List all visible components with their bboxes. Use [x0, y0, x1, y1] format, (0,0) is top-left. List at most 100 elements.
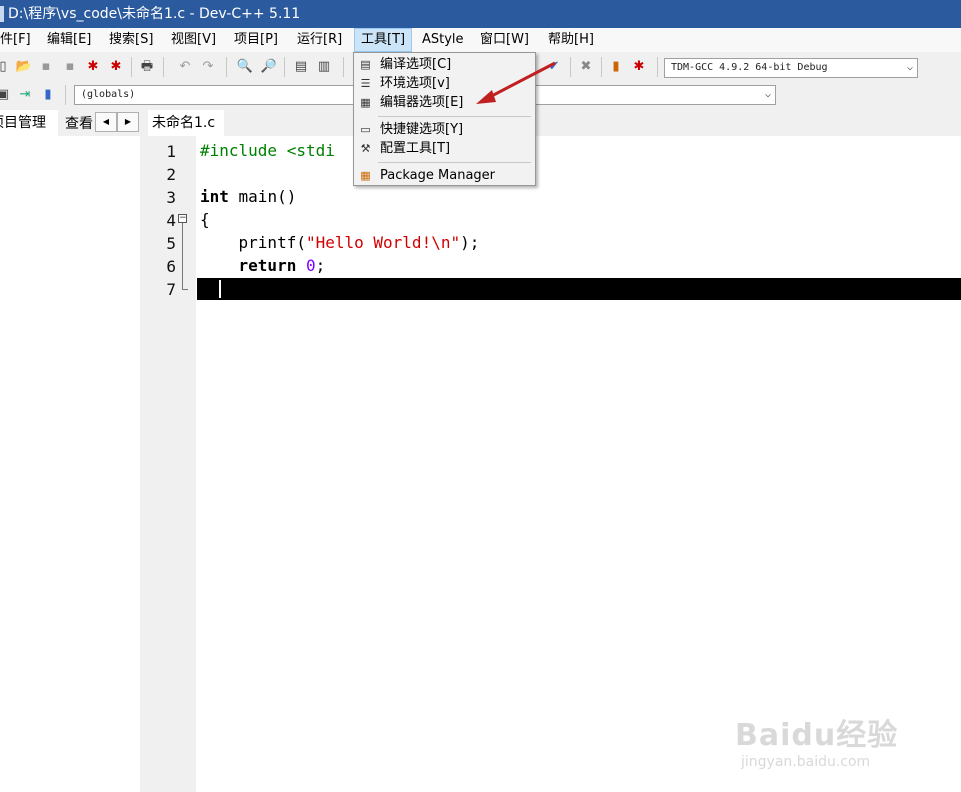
fold-line [182, 223, 183, 289]
configure-tools-icon: ⚒ [360, 142, 371, 155]
compiler-select-value: TDM-GCC 4.9.2 64-bit Debug [671, 62, 828, 73]
tab-project[interactable]: 项目管理 [0, 110, 58, 136]
environment-options-icon: ☰ [360, 77, 371, 90]
compiler-options-icon: ▤ [360, 58, 371, 71]
code-line-6: return 0; [200, 256, 326, 276]
undo-icon[interactable]: ↶ [176, 58, 194, 76]
text-caret [219, 280, 221, 298]
menu-item-label: 配置工具[T] [380, 141, 451, 156]
menu-separator [378, 116, 531, 117]
toolbar-separator [570, 57, 571, 77]
new-file-icon[interactable]: ▯ [0, 58, 12, 76]
fold-toggle-icon[interactable]: − [178, 214, 187, 223]
scope-select-value: (globals) [81, 89, 136, 100]
keyword: int [200, 187, 229, 206]
redo-icon[interactable]: ↷ [199, 58, 217, 76]
menu-astyle[interactable]: AStyle [416, 28, 470, 52]
editor-tabs: 未命名1.c [148, 110, 961, 136]
code-line-1: #include <stdi [200, 141, 335, 161]
fold-end [182, 289, 188, 290]
panel-tabs: 项目管理 查看 ◀ ▶ [0, 110, 140, 136]
bookmark-icon[interactable]: ▮ [39, 86, 57, 104]
save-icon[interactable]: ▪ [37, 58, 55, 76]
toolbar-separator [163, 57, 164, 77]
chevron-down-icon: ⌵ [764, 89, 771, 100]
code-line-3: int main() [200, 187, 296, 207]
tab-class-view[interactable]: 查看 [60, 112, 94, 136]
app-icon [0, 6, 4, 22]
toolbar-separator [601, 57, 602, 77]
toolbar-separator [657, 57, 658, 77]
menu-item-configure-tools[interactable]: ⚒ 配置工具[T] [356, 140, 533, 158]
replace-icon[interactable]: 🔎 [260, 58, 278, 76]
menu-window[interactable]: 窗口[W] [474, 28, 535, 52]
chevron-down-icon: ⌵ [906, 62, 913, 73]
menu-item-shortcut-options[interactable]: ▭ 快捷键选项[Y] [356, 121, 533, 139]
menu-item-label: Package Manager [380, 168, 496, 183]
indent-icon[interactable]: ▤ [292, 58, 310, 76]
window-title: D:\程序\vs_code\未命名1.c - Dev-C++ 5.11 [8, 6, 301, 22]
menu-item-label: 环境选项[v] [380, 76, 450, 91]
code-line-5: printf("Hello World!\n"); [200, 233, 480, 253]
menu-item-label: 编辑器选项[E] [380, 95, 464, 110]
line-number: 7 [166, 280, 176, 299]
project-panel: 项目管理 查看 ◀ ▶ [0, 110, 140, 792]
menu-tools[interactable]: 工具[T] [354, 28, 412, 52]
line-number: 5 [166, 234, 176, 253]
code-text: main() [228, 187, 297, 206]
tab-scroll-right-icon[interactable]: ▶ [117, 112, 139, 132]
code-text: printf( [200, 233, 306, 252]
panel-splitter[interactable] [140, 110, 148, 792]
open-file-icon[interactable]: 📂 [15, 58, 33, 76]
toolbar-separator [226, 57, 227, 77]
menu-item-label: 快捷键选项[Y] [380, 122, 464, 137]
menu-bar: 件[F] 编辑[E] 搜索[S] 视图[V] 项目[P] 运行[R] 工具[T]… [0, 28, 961, 52]
unindent-icon[interactable]: ▥ [315, 58, 333, 76]
goto-icon[interactable]: ⇥ [16, 86, 34, 104]
code-text: ; [315, 256, 326, 275]
find-icon[interactable]: 🔍 [236, 58, 254, 76]
class-browser-icon[interactable]: ▣ [0, 86, 12, 104]
menu-run[interactable]: 运行[R] [291, 28, 348, 52]
editor-area[interactable] [148, 110, 961, 792]
menu-file[interactable]: 件[F] [0, 28, 37, 52]
save-all-icon[interactable]: ▪ [61, 58, 79, 76]
menu-project[interactable]: 项目[P] [228, 28, 284, 52]
watermark-brand: Baidu经验 [735, 718, 899, 753]
toolbar-separator [131, 57, 132, 77]
editor-options-icon: ▦ [360, 96, 371, 109]
menu-help[interactable]: 帮助[H] [542, 28, 600, 52]
debug-icon[interactable]: ✱ [630, 58, 648, 76]
menu-edit[interactable]: 编辑[E] [41, 28, 97, 52]
watermark: Baidu经验 jingyan.baidu.com [735, 710, 915, 770]
compiler-select[interactable]: TDM-GCC 4.9.2 64-bit Debug ⌵ [664, 58, 918, 78]
editor-tab-file[interactable]: 未命名1.c [148, 110, 224, 136]
arrow-head [476, 90, 496, 104]
toolbar-separator [343, 57, 344, 77]
menu-view[interactable]: 视图[V] [165, 28, 222, 52]
menu-separator [378, 162, 531, 163]
tab-scroll-left-icon[interactable]: ◀ [95, 112, 117, 132]
delete-icon[interactable]: ✖ [577, 58, 595, 76]
line-number: 3 [166, 188, 176, 207]
toolbar-separator [284, 57, 285, 77]
shortcut-options-icon: ▭ [360, 123, 371, 136]
number-literal: 0 [305, 256, 316, 275]
print-icon[interactable]: 🖶 [138, 58, 156, 76]
code-text: { [200, 210, 210, 229]
tab-class-label: 查看 [65, 116, 93, 132]
profile-chart-icon[interactable]: ▮ [607, 58, 625, 76]
close-file-icon[interactable]: ✱ [84, 58, 102, 76]
menu-search[interactable]: 搜索[S] [103, 28, 159, 52]
tab-project-label: 项目管理 [0, 115, 46, 131]
keyword: return [200, 256, 297, 275]
toolbar-separator [65, 85, 66, 105]
current-line-highlight [197, 278, 961, 300]
menu-item-package-manager[interactable]: ▦ Package Manager [356, 167, 533, 185]
package-manager-icon: ▦ [360, 169, 371, 182]
close-all-icon[interactable]: ✱ [107, 58, 125, 76]
preprocessor-directive: #include <stdi [200, 141, 335, 160]
line-number: 6 [166, 257, 176, 276]
string-literal: "Hello World!\n" [305, 233, 461, 252]
watermark-url: jingyan.baidu.com [741, 754, 871, 770]
